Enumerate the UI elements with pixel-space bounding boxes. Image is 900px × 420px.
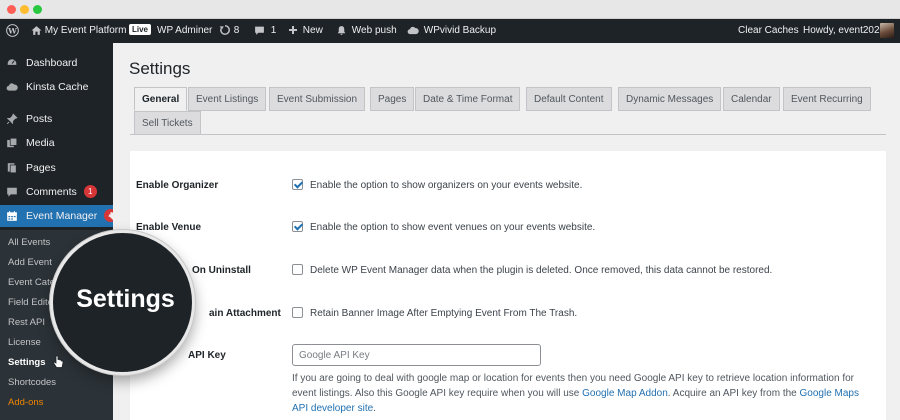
submenu-rest-api[interactable]: Rest API [8,315,45,331]
site-name-link[interactable]: My Event Platform [31,19,126,43]
google-api-key-label: API Key [188,350,226,361]
settings-panel: Enable Organizer Enable the option to sh… [130,151,886,420]
admin-bar: W My Event Platform Live WP Adminer 8 1 … [0,19,900,43]
main-content: Settings General Event Listings Event Su… [113,43,900,420]
browser-titlebar [0,0,900,19]
sidebar-item-posts[interactable]: Posts [0,108,113,130]
retain-attachment-checkbox[interactable] [292,307,303,318]
retain-attachment-label: ain Attachment [209,308,281,319]
wordpress-logo-icon[interactable]: W [6,19,19,43]
delete-on-uninstall-description: Delete WP Event Manager data when the pl… [310,265,773,276]
magnifier-settings-label: Settings [76,285,175,313]
sidebar-item-comments[interactable]: Comments 1 [0,181,113,203]
tab-date-time-format[interactable]: Date & Time Format [415,87,521,111]
plus-icon [289,26,297,35]
wpvivid-backup-link[interactable]: WPvivid Backup [407,19,496,43]
tab-calendar[interactable]: Calendar [723,87,780,111]
updates-icon [219,25,230,36]
calendar-icon [7,211,17,221]
cloud-icon [407,26,419,34]
sidebar-item-dashboard[interactable]: Dashboard [0,52,113,74]
submenu-add-event[interactable]: Add Event [8,255,52,271]
howdy-user-link[interactable]: Howdy, event2020 [803,19,885,43]
avatar[interactable] [880,23,894,38]
delete-on-uninstall-checkbox[interactable] [292,264,303,275]
sidebar-item-media[interactable]: Media [0,132,113,154]
new-label: New [302,25,323,36]
page-title: Settings [129,59,191,78]
clear-caches-link[interactable]: Clear Caches [738,19,799,43]
tab-event-submission[interactable]: Event Submission [269,87,366,111]
new-content-link[interactable]: New [288,19,323,43]
svg-text:W: W [7,26,17,35]
site-name: My Event Platform [44,25,127,36]
enable-organizer-checkbox[interactable] [292,179,303,190]
sidebar-item-event-manager[interactable]: Event Manager 4 [0,205,118,227]
live-badge: Live [129,19,152,43]
updates-count: 8 [233,25,240,36]
submenu-settings[interactable]: Settings [8,355,64,371]
close-window-button[interactable] [7,5,16,14]
comments-count: 1 [270,25,277,36]
comments-link[interactable]: 1 [254,19,276,43]
pointer-hand-icon [53,356,64,369]
tab-event-listings[interactable]: Event Listings [188,87,267,111]
comment-icon [7,187,17,197]
tab-event-recurring[interactable]: Event Recurring [783,87,871,111]
updates-link[interactable]: 8 [219,19,239,43]
submenu-shortcodes[interactable]: Shortcodes [8,375,56,391]
sidebar-item-kinsta-cache[interactable]: Kinsta Cache [0,76,113,98]
enable-organizer-label: Enable Organizer [136,180,219,191]
submenu-field-editor[interactable]: Field Edito [8,295,53,311]
sidebar-item-pages[interactable]: Pages [0,157,113,179]
web-push-link[interactable]: Web push [336,19,397,43]
submenu-add-ons[interactable]: Add-ons [8,395,43,411]
enable-venue-label: Enable Venue [136,222,202,233]
submenu-event-categories[interactable]: Event Cate [8,275,55,291]
home-icon [31,25,42,35]
submenu-all-events[interactable]: All Events [8,235,50,251]
pin-icon [6,113,18,125]
google-map-addon-link[interactable]: Google Map Addon [582,388,668,399]
wp-adminer-link[interactable]: WP Adminer [157,19,212,43]
google-api-key-input[interactable] [292,344,541,366]
tab-dynamic-messages[interactable]: Dynamic Messages [618,87,722,111]
delete-on-uninstall-label: On Uninstall [192,265,251,276]
enable-venue-checkbox[interactable] [292,221,303,232]
tabs-divider [130,134,886,135]
enable-organizer-description: Enable the option to show organizers on … [310,180,583,191]
media-icon [7,137,18,148]
cloud-icon [6,83,18,91]
web-push-label: Web push [351,25,397,36]
tab-pages[interactable]: Pages [370,87,415,111]
bell-icon [337,25,346,35]
maximize-window-button[interactable] [33,5,42,14]
tab-sell-tickets[interactable]: Sell Tickets [134,111,201,135]
comment-bubble-icon [255,26,264,35]
tab-default-content[interactable]: Default Content [526,87,612,111]
pages-icon [7,163,17,174]
google-api-help-text: If you are going to deal with google map… [292,373,859,414]
wpvivid-label: WPvivid Backup [423,25,497,36]
magnifier-callout: Settings [50,230,195,375]
minimize-window-button[interactable] [20,5,29,14]
retain-attachment-description: Retain Banner Image After Emptying Event… [310,308,578,319]
tab-general[interactable]: General [134,87,188,111]
dashboard-icon [6,58,18,66]
submenu-license[interactable]: License [8,335,41,351]
enable-venue-description: Enable the option to show event venues o… [310,222,596,233]
comments-badge: 1 [83,184,97,198]
